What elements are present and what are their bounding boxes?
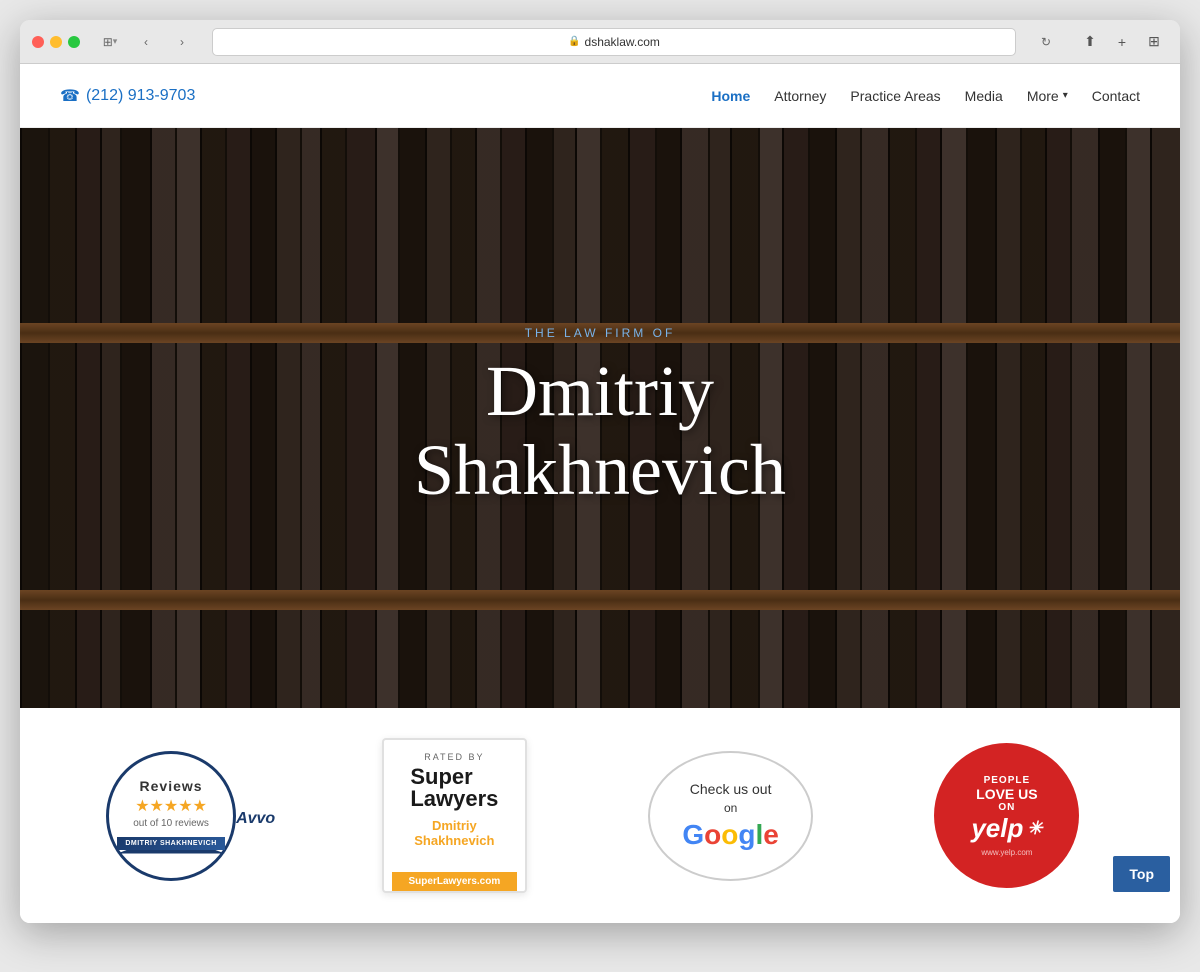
- maximize-button[interactable]: [68, 36, 80, 48]
- back-button[interactable]: ‹: [132, 28, 160, 56]
- super-lawyers-url: SuperLawyers.com: [392, 872, 517, 891]
- super-lawyers-name: Dmitriy Shakhnevich: [414, 818, 494, 848]
- avvo-badge[interactable]: Reviews ★★★★★ out of 10 reviews DMITRIY …: [121, 746, 261, 886]
- avvo-circle: Reviews ★★★★★ out of 10 reviews DMITRIY …: [106, 751, 236, 881]
- badges-section: Reviews ★★★★★ out of 10 reviews DMITRIY …: [20, 708, 1180, 923]
- google-circle: Check us out on Google: [648, 751, 813, 881]
- nav-more[interactable]: More ▾: [1027, 88, 1068, 104]
- sidebar-chevron-icon: ▾: [113, 36, 118, 47]
- lock-icon: 🔒: [568, 36, 580, 47]
- avvo-reviews-label: Reviews: [140, 778, 203, 794]
- nav-more-label: More: [1027, 88, 1059, 104]
- minimize-button[interactable]: [50, 36, 62, 48]
- phone-icon: ☎: [60, 86, 80, 106]
- reload-button[interactable]: ↻: [1032, 28, 1060, 56]
- new-tab-button[interactable]: +: [1108, 28, 1136, 56]
- avvo-out-of: out of 10 reviews: [133, 818, 209, 829]
- yelp-love-text: LOVE US: [976, 786, 1037, 802]
- nav-contact[interactable]: Contact: [1092, 88, 1140, 104]
- forward-icon: ›: [180, 35, 184, 49]
- phone-text: (212) 913-9703: [86, 87, 195, 105]
- yelp-url-text: www.yelp.com: [981, 848, 1032, 857]
- super-lawyers-title: Super Lawyers: [410, 766, 498, 810]
- nav-media[interactable]: Media: [965, 88, 1003, 104]
- google-check-text: Check us out: [690, 781, 772, 797]
- g-letter-e: e: [763, 819, 779, 851]
- yelp-brand-text: yelp: [971, 813, 1023, 844]
- avvo-brand-container: Avvo: [236, 810, 275, 828]
- reload-icon: ↻: [1041, 35, 1051, 49]
- g-letter-g: g: [738, 819, 755, 851]
- g-letter-G: G: [682, 819, 704, 851]
- g-letter-o2: o: [721, 819, 738, 851]
- sidebar-toggle[interactable]: ⊞ ▾: [96, 28, 124, 56]
- avvo-stars: ★★★★★: [135, 796, 207, 816]
- super-lawyers-badge[interactable]: RATED BY Super Lawyers Dmitriy Shakhnevi…: [382, 738, 527, 893]
- grid-icon: ⊞: [1148, 33, 1160, 50]
- traffic-lights: [32, 36, 80, 48]
- site-nav: Home Attorney Practice Areas Media More …: [711, 88, 1140, 104]
- plus-icon: +: [1118, 34, 1126, 50]
- browser-window: ⊞ ▾ ‹ › 🔒 dshaklaw.com ↻ ⬆ + ⊞: [20, 20, 1180, 923]
- nav-home[interactable]: Home: [711, 88, 750, 104]
- avvo-ribbon-bottom-shape: [117, 850, 224, 854]
- nav-attorney[interactable]: Attorney: [774, 88, 826, 104]
- yelp-on-text: ON: [998, 802, 1015, 813]
- hero-subtitle: THE LAW FIRM OF: [20, 326, 1180, 340]
- url-text: dshaklaw.com: [585, 35, 660, 49]
- super-lawyers-word2: Lawyers: [410, 788, 498, 810]
- yelp-logo: yelp ✳: [971, 813, 1042, 844]
- yelp-circle: PEOPLE LOVE US ON yelp ✳ www.yelp.com: [934, 743, 1079, 888]
- g-letter-l: l: [756, 819, 764, 851]
- yelp-badge[interactable]: PEOPLE LOVE US ON yelp ✳ www.yelp.com: [934, 743, 1079, 888]
- super-lawyers-container: RATED BY Super Lawyers Dmitriy Shakhnevi…: [382, 738, 527, 893]
- browser-actions: ⬆ + ⊞: [1076, 28, 1168, 56]
- hero-section: THE LAW FIRM OF Dmitriy Shakhnevich: [20, 128, 1180, 708]
- hero-content: THE LAW FIRM OF Dmitriy Shakhnevich: [20, 326, 1180, 510]
- yelp-burst-icon: ✳: [1027, 818, 1042, 839]
- avvo-circle-container: Reviews ★★★★★ out of 10 reviews DMITRIY …: [106, 751, 236, 881]
- sidebar-icon: ⊞: [103, 35, 113, 49]
- share-icon: ⬆: [1084, 33, 1096, 50]
- forward-button[interactable]: ›: [168, 28, 196, 56]
- tab-overview-button[interactable]: ⊞: [1140, 28, 1168, 56]
- close-button[interactable]: [32, 36, 44, 48]
- google-on-text: on: [724, 801, 737, 815]
- super-lawyers-word1: Super: [410, 766, 498, 788]
- nav-practice-areas[interactable]: Practice Areas: [850, 88, 940, 104]
- yelp-people-text: PEOPLE: [984, 775, 1031, 786]
- browser-titlebar: ⊞ ▾ ‹ › 🔒 dshaklaw.com ↻ ⬆ + ⊞: [20, 20, 1180, 64]
- hero-title: Dmitriy Shakhnevich: [20, 352, 1180, 510]
- avvo-badge-container: Reviews ★★★★★ out of 10 reviews DMITRIY …: [121, 746, 261, 886]
- avvo-name-ribbon: DMITRIY SHAKHNEVICH: [117, 837, 224, 850]
- address-bar[interactable]: 🔒 dshaklaw.com: [212, 28, 1016, 56]
- chevron-down-icon: ▾: [1063, 90, 1068, 101]
- google-logo: Google: [682, 819, 778, 851]
- g-letter-o1: o: [704, 819, 721, 851]
- avvo-ribbon-container: DMITRIY SHAKHNEVICH: [117, 837, 224, 854]
- hero-title-line1: Dmitriy: [486, 351, 714, 431]
- top-button[interactable]: Top: [1113, 856, 1170, 892]
- google-badge[interactable]: Check us out on Google: [648, 751, 813, 881]
- sl-name-line1: Dmitriy: [414, 818, 494, 833]
- rated-by-label: RATED BY: [424, 752, 484, 762]
- share-button[interactable]: ⬆: [1076, 28, 1104, 56]
- site-header: ☎ (212) 913-9703 Home Attorney Practice …: [20, 64, 1180, 128]
- shelf-divider-bottom: [20, 590, 1180, 610]
- back-icon: ‹: [144, 35, 148, 49]
- website-content: ☎ (212) 913-9703 Home Attorney Practice …: [20, 64, 1180, 923]
- sl-name-line2: Shakhnevich: [414, 833, 494, 848]
- avvo-brand: Avvo: [236, 810, 275, 827]
- hero-title-line2: Shakhnevich: [414, 430, 786, 510]
- phone-number: ☎ (212) 913-9703: [60, 86, 195, 106]
